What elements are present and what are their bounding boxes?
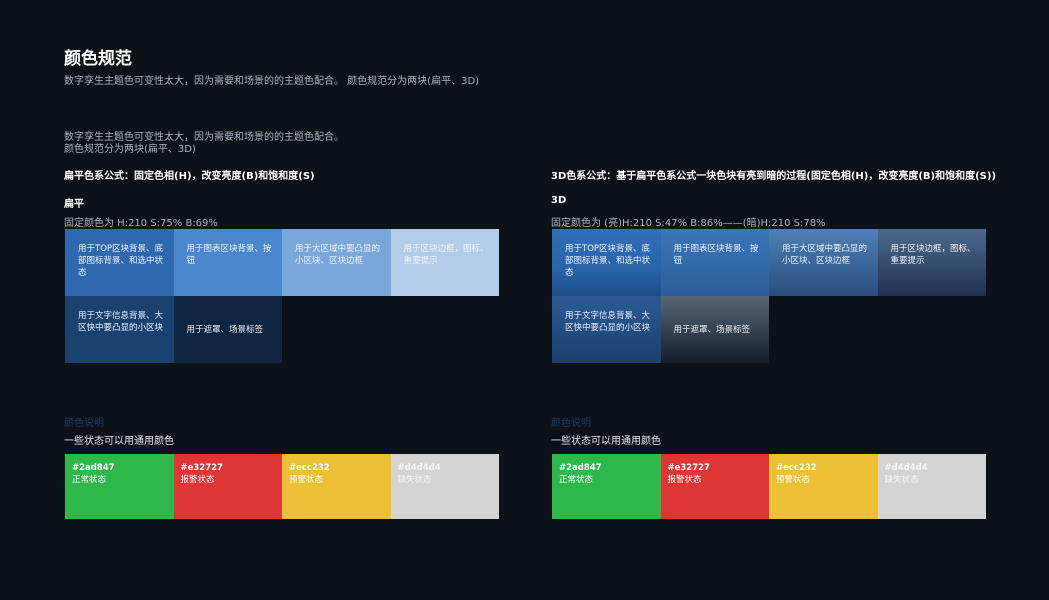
3d-fixed-color: 固定颜色为 (亮)H:210 S:47% B:86%——(暗)H:210 S:7…	[551, 218, 826, 229]
3d-swatch-3: 用于大区域中要凸显的小区块、区块边框	[769, 229, 878, 296]
status-hex: #ecc232	[776, 463, 817, 473]
flat-swatch-grid: 用于TOP区块背景、底部图标背景、和选中状态 用于图表区块背景、按钮 用于大区域…	[65, 229, 499, 363]
description-line-2: 颜色规范分为两块(扁平、3D)	[64, 144, 196, 155]
status-hex: #e32727	[667, 463, 710, 473]
status-name: 预警状态	[776, 475, 811, 485]
status-label-right: 颜色说明	[551, 418, 591, 429]
status-name: 报警状态	[180, 475, 215, 485]
status-description-right: 一些状态可以用通用颜色	[551, 436, 661, 447]
status-swatch-alarm: #e32727 报警状态	[660, 454, 769, 519]
status-hex: #2ad847	[72, 463, 115, 473]
flat-swatch-3: 用于大区域中要凸显的小区块、区块边框	[282, 229, 391, 296]
status-name: 正常状态	[72, 475, 107, 485]
3d-swatch-grid: 用于TOP区块背景、底部图标背景、和选中状态 用于图表区块背景、按钮 用于大区域…	[552, 229, 986, 363]
status-hex: #d4d4d4	[397, 463, 441, 473]
flat-swatch-1: 用于TOP区块背景、底部图标背景、和选中状态	[65, 229, 174, 296]
status-name: 预警状态	[289, 475, 324, 485]
3d-swatch-6: 用于遮罩、场景标签	[660, 296, 769, 363]
status-swatch-grid-left: #2ad847 正常状态 #e32727 报警状态 #ecc232 预警状态 #d4d…	[65, 454, 499, 519]
flat-swatch-2: 用于图表区块背景、按钮	[173, 229, 282, 296]
status-hex: #ecc232	[289, 463, 330, 473]
status-hex: #2ad847	[559, 463, 602, 473]
status-name: 缺失状态	[884, 475, 919, 485]
status-swatch-missing: #d4d4d4 缺失状态	[390, 454, 499, 519]
status-swatch-alarm: #e32727 报警状态	[173, 454, 282, 519]
page-title: 颜色规范	[64, 49, 132, 69]
status-swatch-missing: #d4d4d4 缺失状态	[877, 454, 986, 519]
status-swatch-warning: #ecc232 预警状态	[769, 454, 878, 519]
flat-heading: 扁平	[64, 199, 84, 210]
status-swatch-normal: #2ad847 正常状态	[552, 454, 661, 519]
3d-swatch-1: 用于TOP区块背景、底部图标背景、和选中状态	[552, 229, 661, 296]
description-line-1: 数字孪生主题色可变性太大，因为需要和场景的的主题色配合。	[64, 132, 344, 143]
3d-swatch-2: 用于图表区块背景、按钮	[660, 229, 769, 296]
flat-swatch-4: 用于区块边框，图标、重要提示	[390, 229, 499, 296]
flat-fixed-color: 固定颜色为 H:210 S:75% B:69%	[64, 218, 218, 229]
page-subtitle: 数字孪生主题色可变性太大，因为需要和场景的的主题色配合。 颜色规范分为两块(扁平…	[64, 76, 480, 87]
status-hex: #e32727	[180, 463, 223, 473]
flat-formula: 扁平色系公式：固定色相(H)，改变亮度(B)和饱和度(S)	[64, 171, 315, 182]
page-description: 数字孪生主题色可变性太大，因为需要和场景的的主题色配合。 颜色规范分为两块(扁平…	[64, 132, 344, 156]
3d-swatch-5: 用于文字信息背景、大区快中要凸显的小区块	[552, 296, 661, 363]
status-label-left: 颜色说明	[64, 418, 104, 429]
status-swatch-warning: #ecc232 预警状态	[282, 454, 391, 519]
status-swatch-normal: #2ad847 正常状态	[65, 454, 174, 519]
status-name: 正常状态	[559, 475, 594, 485]
3d-formula: 3D色系公式：基于扁平色系公式一块色块有亮到暗的过程(固定色相(H)，改变亮度(…	[551, 171, 997, 182]
status-hex: #d4d4d4	[884, 463, 928, 473]
3d-heading: 3D	[551, 195, 567, 206]
status-name: 缺失状态	[397, 475, 432, 485]
flat-swatch-5: 用于文字信息背景、大区快中要凸显的小区块	[65, 296, 174, 363]
flat-swatch-6: 用于遮罩、场景标签	[173, 296, 282, 363]
3d-swatch-4: 用于区块边框，图标、重要提示	[877, 229, 986, 296]
status-swatch-grid-right: #2ad847 正常状态 #e32727 报警状态 #ecc232 预警状态 #d4d…	[552, 454, 986, 519]
status-description-left: 一些状态可以用通用颜色	[64, 436, 174, 447]
status-name: 报警状态	[667, 475, 702, 485]
